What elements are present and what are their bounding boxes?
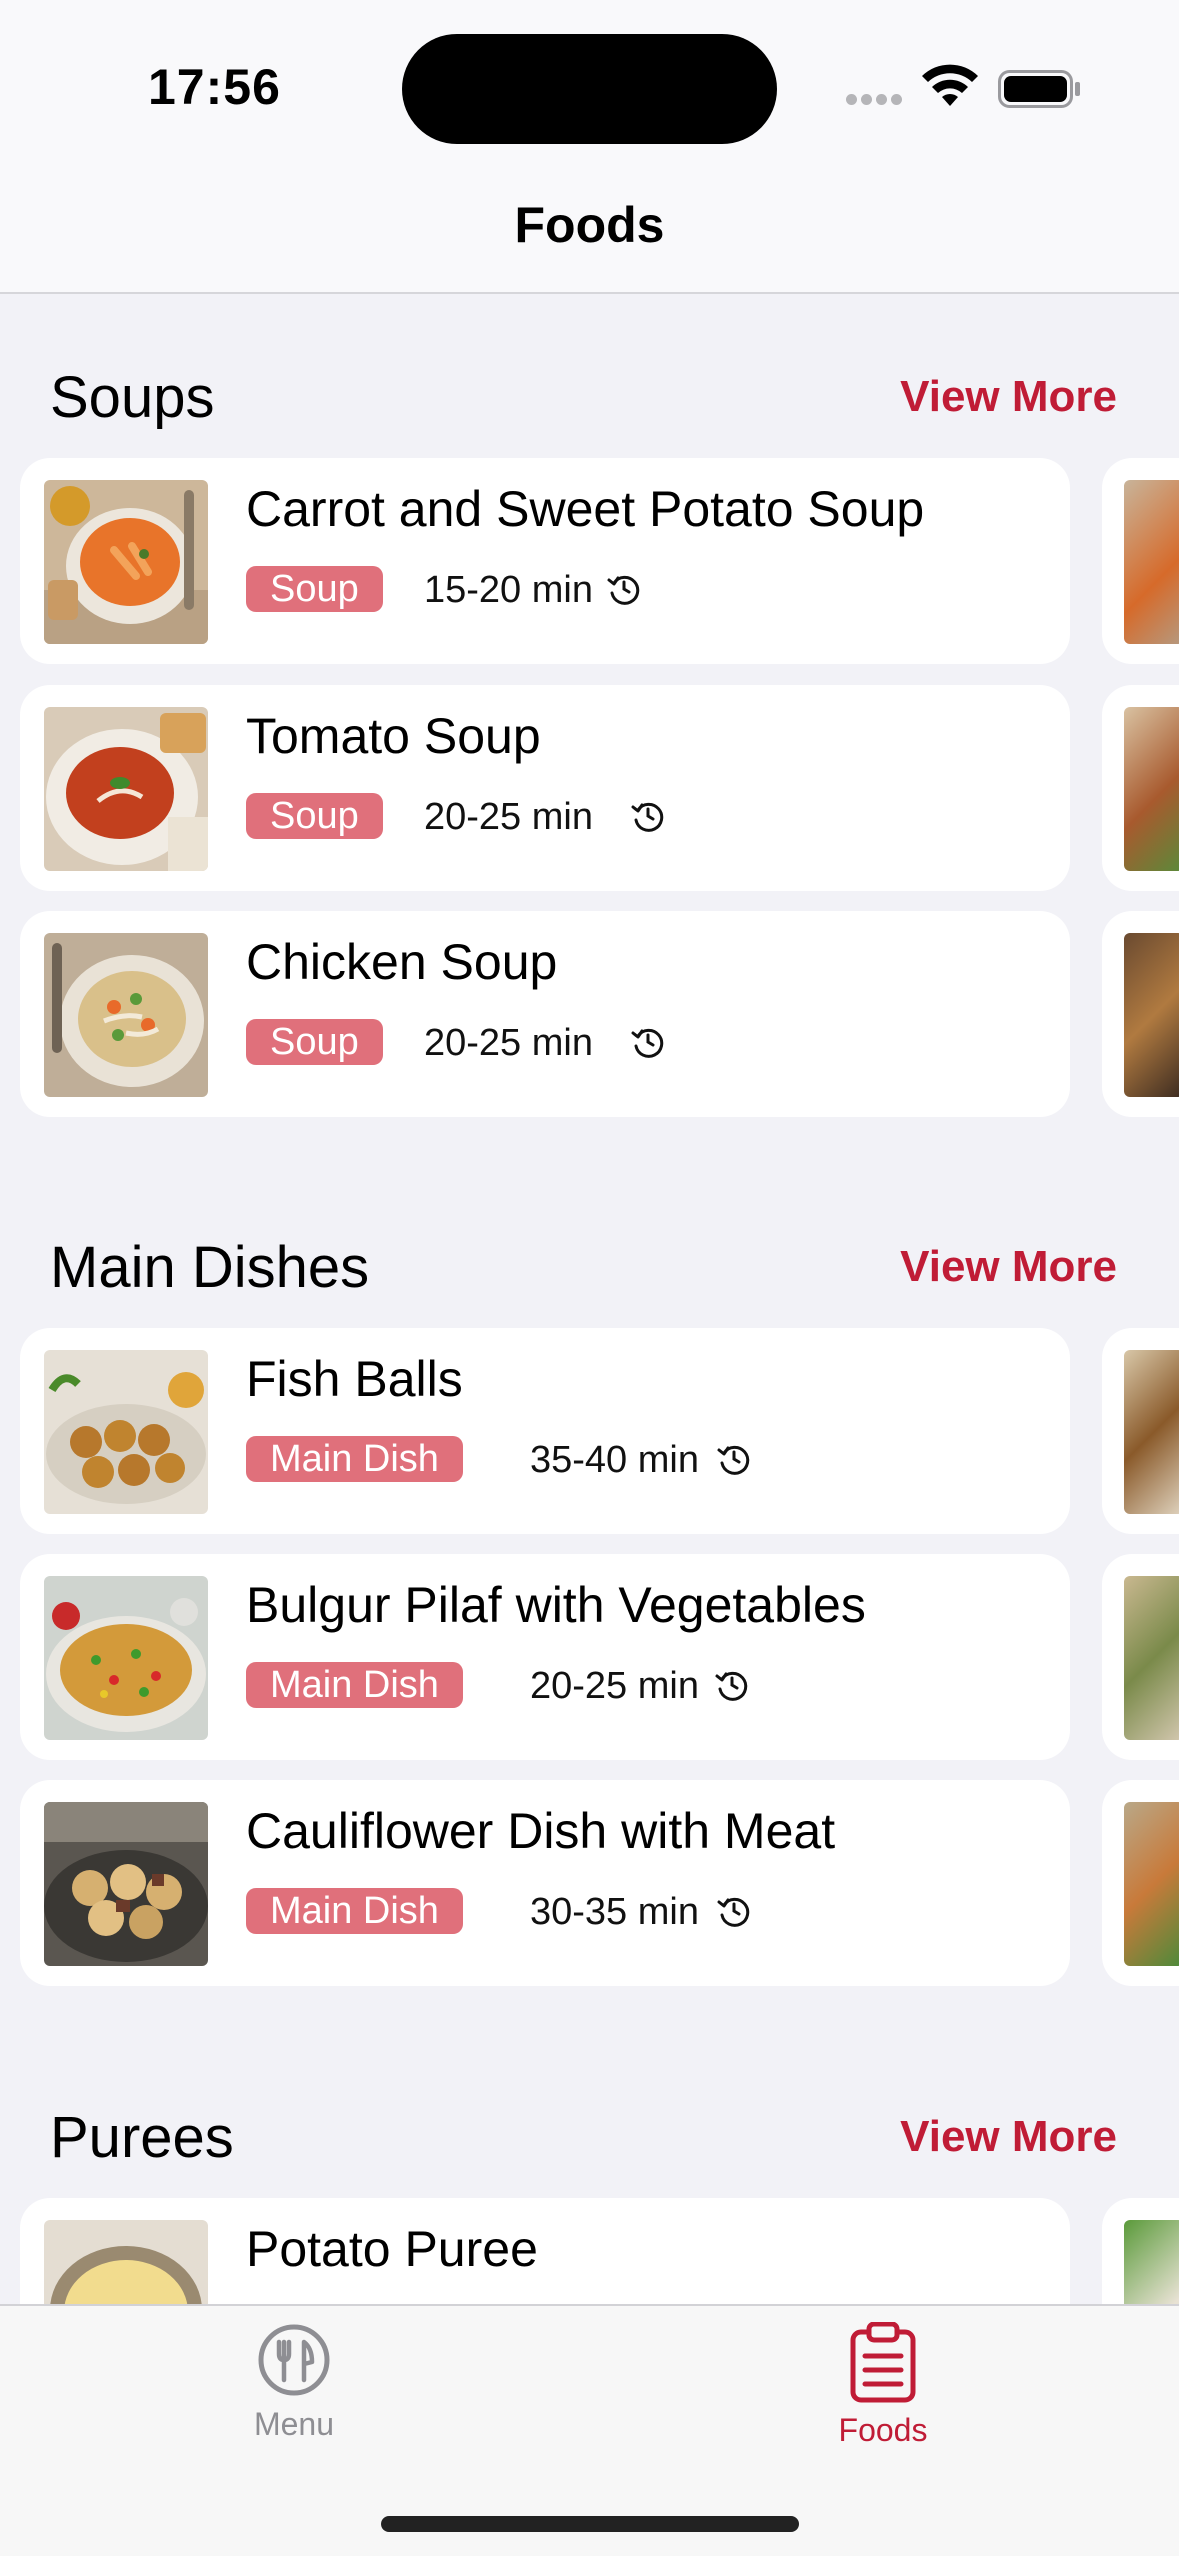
view-more-main-dishes-button[interactable]: View More: [900, 1242, 1117, 1292]
tab-menu[interactable]: Menu: [144, 2322, 444, 2472]
cook-time: 20-25 min: [530, 1665, 699, 1707]
cook-time: 15-20 min: [424, 569, 593, 611]
clock-history-icon: [607, 575, 640, 605]
view-more-purees-button[interactable]: View More: [900, 2112, 1117, 2162]
cook-time: 30-35 min: [530, 1891, 699, 1933]
food-card-peek[interactable]: [1102, 1780, 1179, 1986]
food-card-fish-balls[interactable]: Fish Balls Main Dish 35-40 min: [20, 1328, 1070, 1534]
food-image: [1124, 1576, 1179, 1740]
clock-history-icon: [631, 802, 664, 832]
cellular-signal-icon: [846, 94, 904, 106]
food-image: [1124, 707, 1179, 871]
clock-history-icon: [717, 1897, 750, 1927]
clipboard-list-icon: [850, 2322, 916, 2403]
food-card-bulgur-pilaf[interactable]: Bulgur Pilaf with Vegetables Main Dish 2…: [20, 1554, 1070, 1760]
food-card-peek[interactable]: [1102, 458, 1179, 664]
food-image: [44, 1576, 208, 1740]
cook-time: 20-25 min: [424, 1022, 593, 1064]
food-image: [44, 1802, 208, 1966]
dynamic-island: [402, 34, 777, 144]
food-card-peek[interactable]: [1102, 685, 1179, 891]
section-title-soups: Soups: [50, 365, 215, 430]
category-badge: Main Dish: [246, 1436, 463, 1482]
food-name: Cauliflower Dish with Meat: [246, 1803, 836, 1859]
category-badge: Main Dish: [246, 1662, 463, 1708]
home-indicator: [381, 2516, 799, 2532]
food-card-carrot-sweet-potato-soup[interactable]: Carrot and Sweet Potato Soup Soup 15-20 …: [20, 458, 1070, 664]
clock-history-icon: [631, 1028, 664, 1058]
food-name: Bulgur Pilaf with Vegetables: [246, 1577, 866, 1633]
tab-foods[interactable]: Foods: [733, 2322, 1033, 2472]
battery-icon: [998, 70, 1080, 108]
category-badge: Soup: [246, 793, 383, 839]
cook-time: 20-25 min: [424, 796, 593, 838]
food-image: [1124, 1802, 1179, 1966]
cook-time: 35-40 min: [530, 1439, 699, 1481]
status-time: 17:56: [148, 59, 281, 115]
tab-label: Menu: [253, 2406, 335, 2442]
food-card-peek[interactable]: [1102, 1554, 1179, 1760]
category-badge: Main Dish: [246, 1888, 463, 1934]
food-card-tomato-soup[interactable]: Tomato Soup Soup 20-25 min: [20, 685, 1070, 891]
food-name: Carrot and Sweet Potato Soup: [246, 481, 925, 537]
food-image: [44, 707, 208, 871]
food-name: Fish Balls: [246, 1351, 463, 1407]
food-image: [44, 1350, 208, 1514]
food-card-peek[interactable]: [1102, 1328, 1179, 1534]
food-name: Chicken Soup: [246, 934, 558, 990]
category-badge: Soup: [246, 566, 383, 612]
section-title-purees: Purees: [50, 2105, 234, 2170]
tab-bar: Menu Foods: [0, 2304, 1179, 2556]
food-name: Potato Puree: [246, 2221, 538, 2277]
page-title: Foods: [514, 197, 665, 253]
food-image: [44, 933, 208, 1097]
food-image: [1124, 1350, 1179, 1514]
section-title-main-dishes: Main Dishes: [50, 1235, 370, 1300]
food-card-chicken-soup[interactable]: Chicken Soup Soup 20-25 min: [20, 911, 1070, 1117]
clock-history-icon: [717, 1445, 750, 1475]
food-card-peek[interactable]: [1102, 911, 1179, 1117]
food-card-cauliflower-with-meat[interactable]: Cauliflower Dish with Meat Main Dish 30-…: [20, 1780, 1070, 1986]
food-image: [44, 480, 208, 644]
top-bar: 17:56 Foods: [0, 0, 1179, 294]
food-image: [1124, 480, 1179, 644]
clock-history-icon: [715, 1671, 748, 1701]
view-more-soups-button[interactable]: View More: [900, 372, 1117, 422]
fork-knife-icon: [258, 2324, 330, 2396]
food-name: Tomato Soup: [246, 708, 541, 764]
category-badge: Soup: [246, 1019, 383, 1065]
food-image: [1124, 933, 1179, 1097]
tab-label: Foods: [838, 2412, 928, 2448]
wifi-icon: [922, 64, 978, 106]
